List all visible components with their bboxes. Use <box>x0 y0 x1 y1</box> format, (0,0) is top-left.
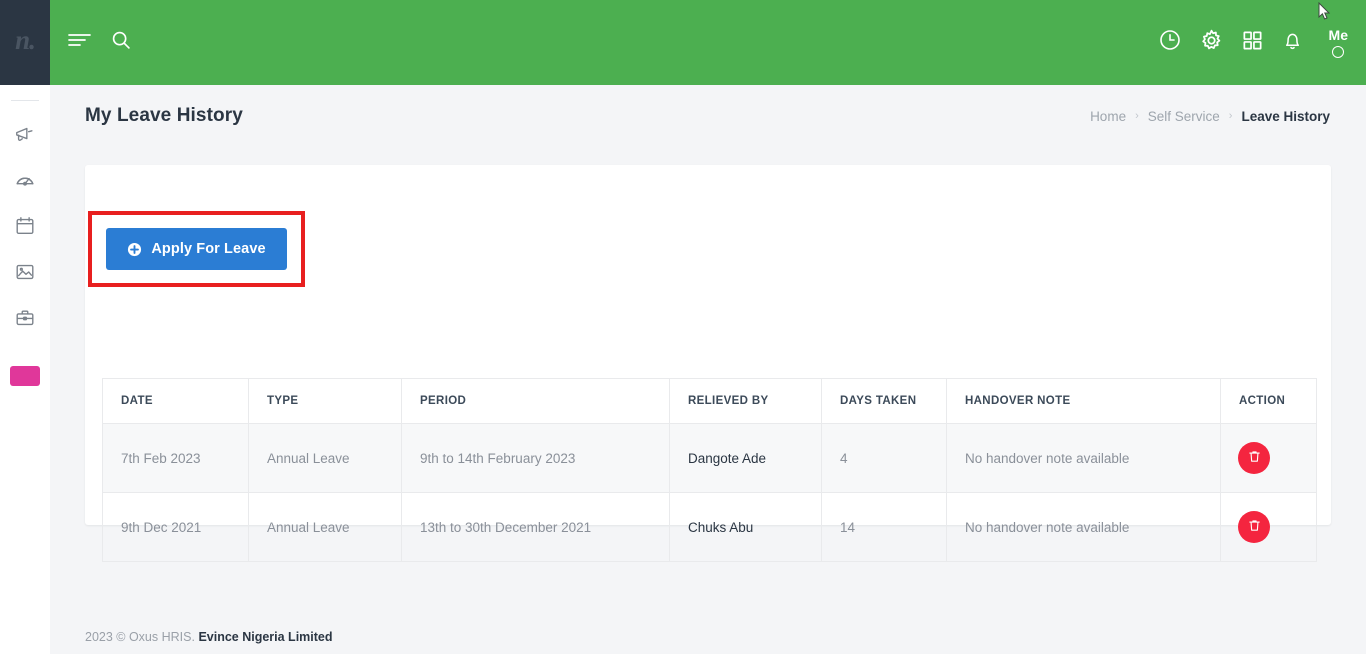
leave-history-card: Apply For Leave DATE TYPE PERIOD RELIEVE… <box>85 165 1331 562</box>
hamburger-menu-button[interactable] <box>67 31 92 54</box>
cell-type: Annual Leave <box>248 492 402 562</box>
cell-period: 13th to 30th December 2021 <box>401 492 670 562</box>
table-header-row: DATE TYPE PERIOD RELIEVED BY DAYS TAKEN … <box>102 378 1317 424</box>
trash-icon <box>1247 449 1262 467</box>
hamburger-icon <box>67 31 92 54</box>
settings-button[interactable] <box>1199 28 1224 58</box>
user-label: Me <box>1328 27 1348 43</box>
leave-history-table: DATE TYPE PERIOD RELIEVED BY DAYS TAKEN … <box>102 378 1317 562</box>
mouse-cursor-icon <box>1318 1 1332 22</box>
apps-grid-button[interactable] <box>1241 29 1264 57</box>
delete-leave-button[interactable] <box>1238 511 1270 543</box>
cell-type: Annual Leave <box>248 423 402 493</box>
breadcrumb-separator: › <box>1228 110 1233 122</box>
cell-action <box>1220 492 1317 562</box>
apply-leave-highlight-box: Apply For Leave <box>88 211 305 287</box>
breadcrumb: Home › Self Service › Leave History <box>1090 109 1330 124</box>
table-row: 9th Dec 2021 Annual Leave 13th to 30th D… <box>102 492 1317 562</box>
briefcase-icon <box>14 307 36 329</box>
sidebar-divider <box>11 100 39 101</box>
sidebar-item-performance[interactable] <box>0 157 50 203</box>
search-icon <box>110 29 132 56</box>
left-sidebar: n. <box>0 0 50 654</box>
sidebar-item-jobs[interactable] <box>0 295 50 341</box>
column-header-type: TYPE <box>248 378 402 424</box>
notifications-button[interactable] <box>1281 29 1304 57</box>
sidebar-item-announcements[interactable] <box>0 111 50 157</box>
gear-icon <box>1199 28 1224 58</box>
footer-company: Evince Nigeria Limited <box>198 630 333 644</box>
cell-period: 9th to 14th February 2023 <box>401 423 670 493</box>
avatar-circle-icon <box>1332 46 1345 58</box>
sidebar-item-gallery[interactable] <box>0 249 50 295</box>
cell-days-taken: 14 <box>821 492 947 562</box>
table-head: DATE TYPE PERIOD RELIEVED BY DAYS TAKEN … <box>102 378 1317 424</box>
column-header-days-taken: DAYS TAKEN <box>821 378 947 424</box>
cell-relieved-by: Chuks Abu <box>669 492 822 562</box>
active-chip-icon <box>10 366 40 386</box>
image-icon <box>14 261 36 283</box>
page-footer: 2023 © Oxus HRIS. Evince Nigeria Limited <box>85 630 333 644</box>
cell-handover-note: No handover note available <box>946 492 1221 562</box>
plus-circle-icon <box>127 242 142 257</box>
trash-icon <box>1247 518 1262 536</box>
app-logo[interactable]: n. <box>0 0 50 85</box>
sidebar-item-leave[interactable] <box>0 203 50 249</box>
megaphone-icon <box>14 123 36 145</box>
calendar-icon <box>14 215 36 237</box>
page-content: My Leave History Home › Self Service › L… <box>50 85 1366 654</box>
clock-icon <box>1158 28 1182 57</box>
cell-relieved-by: Dangote Ade <box>669 423 822 493</box>
search-button[interactable] <box>110 29 132 56</box>
table-row: 7th Feb 2023 Annual Leave 9th to 14th Fe… <box>102 423 1317 493</box>
page-header: My Leave History Home › Self Service › L… <box>50 85 1366 147</box>
top-header-bar: Me <box>50 0 1366 85</box>
breadcrumb-item-self-service[interactable]: Self Service <box>1148 109 1220 124</box>
speedometer-icon <box>14 169 36 191</box>
column-header-period: PERIOD <box>401 378 670 424</box>
apply-for-leave-button[interactable]: Apply For Leave <box>106 228 287 270</box>
sidebar-item-active[interactable] <box>0 353 50 399</box>
cell-date: 7th Feb 2023 <box>102 423 249 493</box>
table-body: 7th Feb 2023 Annual Leave 9th to 14th Fe… <box>102 423 1317 562</box>
user-menu-button[interactable]: Me <box>1329 27 1348 58</box>
leave-history-table-wrapper: DATE TYPE PERIOD RELIEVED BY DAYS TAKEN … <box>102 378 1317 562</box>
column-header-action: ACTION <box>1220 378 1317 424</box>
breadcrumb-item-home[interactable]: Home <box>1090 109 1126 124</box>
cell-action <box>1220 423 1317 493</box>
cell-handover-note: No handover note available <box>946 423 1221 493</box>
cell-days-taken: 4 <box>821 423 947 493</box>
grid-apps-icon <box>1241 29 1264 57</box>
breadcrumb-separator: › <box>1135 110 1139 122</box>
header-left-group <box>67 0 132 85</box>
page-title: My Leave History <box>85 105 243 126</box>
footer-copyright: 2023 © Oxus HRIS. <box>85 630 195 644</box>
bell-icon <box>1281 29 1304 57</box>
column-header-relieved-by: RELIEVED BY <box>669 378 822 424</box>
clock-button[interactable] <box>1158 28 1182 57</box>
logo-glyph: n. <box>15 25 36 55</box>
column-header-handover-note: HANDOVER NOTE <box>946 378 1221 424</box>
apply-for-leave-label: Apply For Leave <box>151 241 266 257</box>
delete-leave-button[interactable] <box>1238 442 1270 474</box>
breadcrumb-item-current: Leave History <box>1241 108 1330 124</box>
column-header-date: DATE <box>102 378 249 424</box>
cell-date: 9th Dec 2021 <box>102 492 249 562</box>
